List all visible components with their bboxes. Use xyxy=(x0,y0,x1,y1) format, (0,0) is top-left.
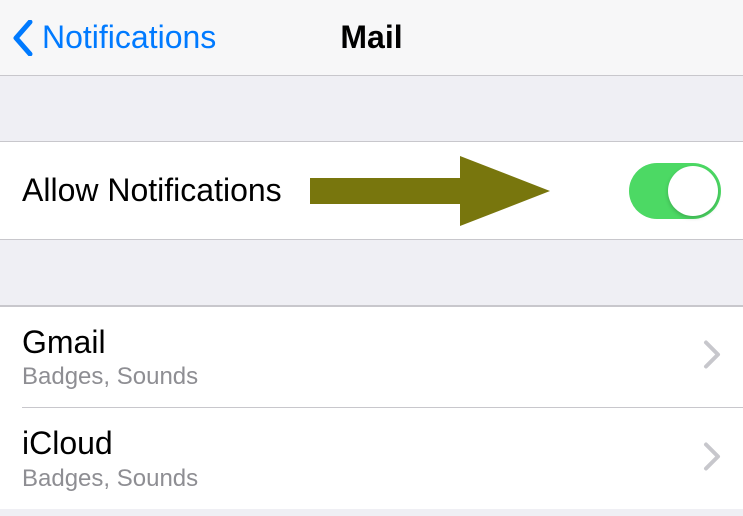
annotation-arrow-icon xyxy=(310,156,550,226)
account-detail: Badges, Sounds xyxy=(22,465,198,493)
chevron-right-icon xyxy=(703,340,721,375)
page-title: Mail xyxy=(340,19,402,56)
account-name: iCloud xyxy=(22,424,198,462)
chevron-left-icon xyxy=(12,20,34,56)
account-text: iCloud Badges, Sounds xyxy=(22,424,198,492)
section-spacer xyxy=(0,76,743,142)
back-button[interactable]: Notifications xyxy=(12,19,216,56)
allow-notifications-label: Allow Notifications xyxy=(22,172,282,209)
back-label: Notifications xyxy=(42,19,216,56)
chevron-right-icon xyxy=(703,441,721,476)
account-row-gmail[interactable]: Gmail Badges, Sounds xyxy=(0,307,743,407)
navigation-bar: Notifications Mail xyxy=(0,0,743,76)
account-row-icloud[interactable]: iCloud Badges, Sounds xyxy=(22,407,743,508)
account-name: Gmail xyxy=(22,323,198,361)
allow-notifications-toggle[interactable] xyxy=(629,163,721,219)
account-detail: Badges, Sounds xyxy=(22,363,198,391)
allow-notifications-row: Allow Notifications xyxy=(0,142,743,240)
section-spacer xyxy=(0,240,743,306)
toggle-knob xyxy=(668,166,718,216)
accounts-section: Gmail Badges, Sounds iCloud Badges, Soun… xyxy=(0,306,743,509)
account-text: Gmail Badges, Sounds xyxy=(22,323,198,391)
